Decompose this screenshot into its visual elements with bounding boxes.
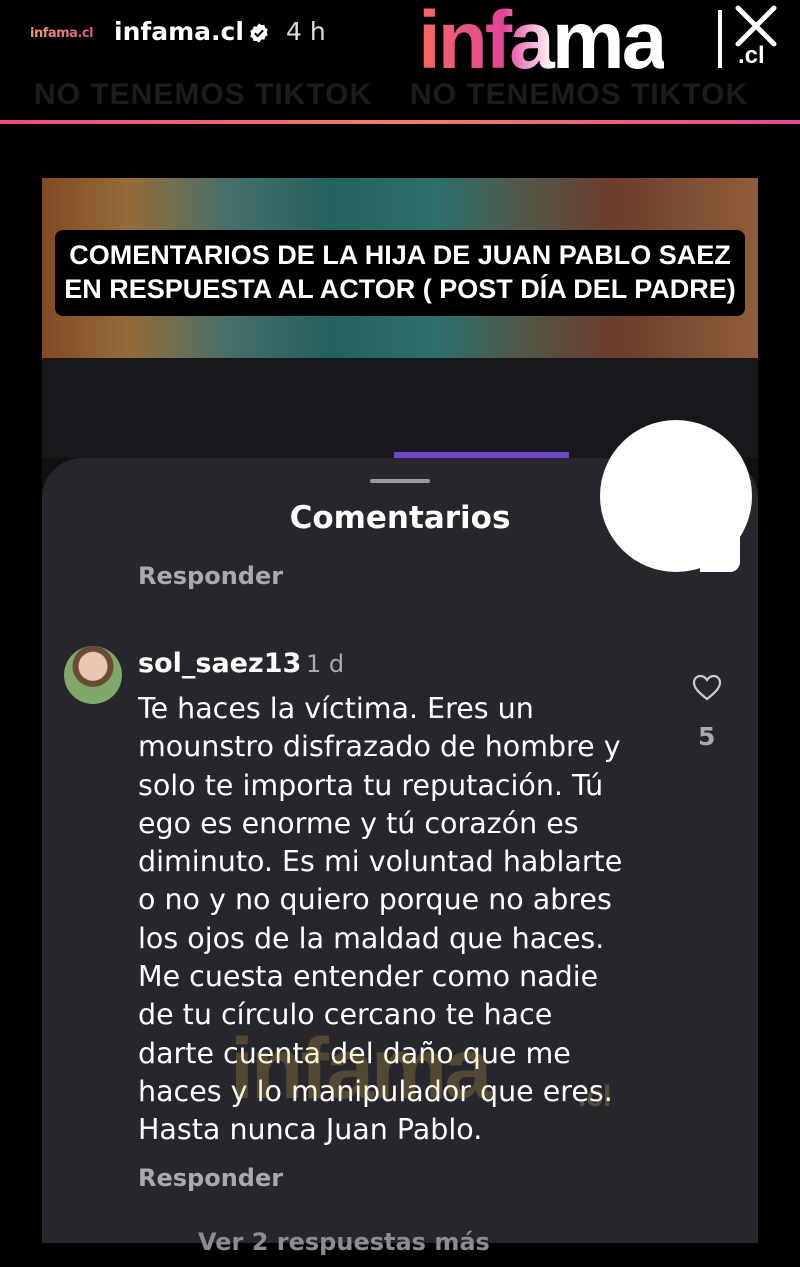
reply-button[interactable]: Responder <box>138 562 283 590</box>
comment-line: solo te importa tu reputación. Tú <box>138 768 604 802</box>
heart-icon[interactable] <box>692 674 722 702</box>
sheet-drag-handle[interactable] <box>370 479 430 483</box>
comment-line: diminuto. Es mi voluntad hablarte <box>138 845 623 879</box>
brand-logo-suffix: .cl <box>738 42 765 69</box>
scream-emoji-icon: 😱 <box>639 455 713 537</box>
view-more-replies[interactable]: Ver 2 respuestas más <box>198 1228 490 1256</box>
comment-time: 1 d <box>306 650 345 678</box>
verified-check-icon <box>250 23 268 43</box>
profile-avatar-logo[interactable]: infama.cl <box>30 26 94 41</box>
comment-line: Te haces la víctima. Eres un <box>138 692 534 725</box>
headline-line: EN RESPUESTA AL ACTOR ( POST DÍA DEL PAD… <box>64 274 736 304</box>
headline-line: COMENTARIOS DE LA HIJA DE JUAN PABLO SAE… <box>69 240 731 270</box>
headline-caption: COMENTARIOS DE LA HIJA DE JUAN PABLO SAE… <box>55 230 745 316</box>
brand-watermark-suffix: .cl <box>578 1080 612 1113</box>
comment-username[interactable]: sol_saez13 <box>138 648 301 679</box>
story-username[interactable]: infama.cl <box>114 17 244 46</box>
story-progress-bar <box>0 120 800 124</box>
tiktok-banner: NO TENEMOS TIKTOK NO TENEMOS TIKTOK <box>0 78 800 118</box>
comment-line: ego es enorme y tú corazón es <box>138 806 579 840</box>
story-header: infama.cl infama.cl 4 h infama .cl NO TE… <box>0 0 800 125</box>
story-time: 4 h <box>286 17 326 46</box>
comment-line: o no y no quiero porque no abres <box>138 883 612 917</box>
comment-line: Me cuesta entender como nadie <box>138 960 599 994</box>
tiktok-banner-text: NO TENEMOS TIKTOK <box>34 78 373 111</box>
brand-divider <box>718 10 722 68</box>
scream-emoji-sticker[interactable]: 😱 <box>600 420 752 572</box>
tiktok-banner-text: NO TENEMOS TIKTOK <box>410 78 749 111</box>
comment-line: los ojos de la maldad que haces. <box>138 921 605 955</box>
comment-line: mounstro disfrazado de hombre y <box>138 730 621 764</box>
comment-reply-button[interactable]: Responder <box>138 1164 283 1192</box>
like-count: 5 <box>698 722 716 751</box>
brand-watermark: infama <box>230 1021 492 1117</box>
brand-logo-text: infama <box>418 0 667 86</box>
brand-logo: infama <box>418 0 667 86</box>
commenter-avatar[interactable] <box>64 646 122 704</box>
